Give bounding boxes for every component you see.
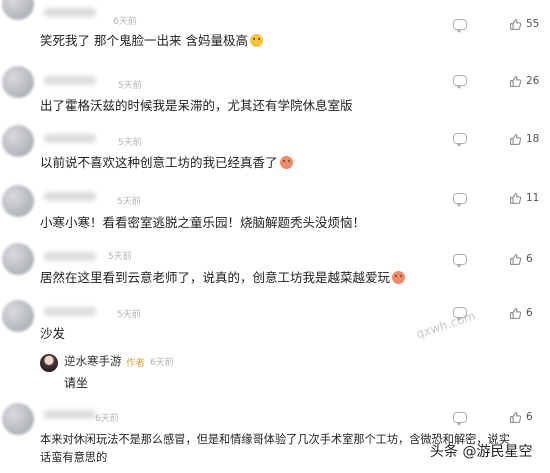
comment-text: 笑死我了 那个鬼脸一出来 含妈量极高 [40, 30, 263, 49]
reply-icon[interactable] [453, 75, 467, 89]
reply-icon[interactable] [453, 133, 467, 147]
thumbs-up-icon [510, 192, 522, 204]
thumbs-up-icon [510, 133, 522, 145]
comment-text-content: 居然在这里看到云意老师了，说真的，创意工坊我是越菜越爱玩 [40, 270, 391, 285]
like-count: 6 [526, 411, 533, 423]
comment-text: 沙发 [40, 326, 66, 341]
like-count: 6 [526, 253, 533, 265]
avatar[interactable] [2, 403, 34, 435]
avatar[interactable] [2, 243, 34, 275]
thumbs-up-icon [510, 253, 522, 265]
like-button[interactable]: 18 [509, 132, 539, 146]
avatar[interactable] [2, 0, 34, 20]
reply-icon[interactable] [453, 19, 467, 33]
like-button[interactable]: 11 [509, 191, 539, 205]
site-watermark: qxwh.com [414, 308, 478, 342]
username-blurred[interactable] [44, 76, 96, 85]
comment-text: 以前说不喜欢这种创意工坊的我已经真香了 [40, 152, 293, 171]
avatar[interactable] [2, 66, 34, 98]
thumbs-up-icon [510, 18, 522, 30]
reply-icon[interactable] [453, 254, 467, 268]
thumbs-up-icon [510, 411, 522, 423]
comment-time: 5天前 [118, 81, 142, 91]
blushing-face-icon [392, 271, 406, 284]
comment-text: 话蛮有意思的 [40, 451, 108, 464]
comment-text: 居然在这里看到云意老师了，说真的，创意工坊我是越菜越爱玩 [40, 267, 406, 286]
footer-watermark: 头条 @游民星空 [430, 444, 533, 460]
comment-text-content: 笑死我了 那个鬼脸一出来 含妈量极高 [40, 33, 248, 48]
like-count: 6 [526, 307, 533, 319]
face-with-tears-icon [249, 34, 263, 47]
like-button[interactable]: 6 [509, 252, 533, 266]
comment-text-content: 以前说不喜欢这种创意工坊的我已经真香了 [40, 155, 278, 170]
comment-time: 5天前 [117, 197, 141, 207]
like-count: 55 [526, 18, 540, 30]
comment-text: 出了霍格沃兹的时候我是呆滞的，尤其还有学院休息室版 [40, 98, 353, 113]
reply-time: 6天前 [150, 358, 174, 368]
author-avatar[interactable] [40, 354, 58, 372]
avatar[interactable] [2, 185, 34, 217]
comment-time: 5天前 [117, 310, 141, 320]
like-button[interactable]: 26 [509, 74, 539, 88]
like-count: 26 [526, 75, 540, 87]
like-count: 11 [526, 192, 540, 204]
avatar[interactable] [2, 300, 34, 332]
comment-time: 6天前 [95, 414, 119, 424]
comment-time: 5天前 [118, 138, 142, 148]
username-blurred[interactable] [44, 134, 96, 143]
thumbs-up-icon [510, 307, 522, 319]
reply-icon[interactable] [453, 412, 467, 426]
reply-icon[interactable] [453, 193, 467, 207]
like-button[interactable]: 6 [509, 306, 533, 320]
thumbs-up-icon [510, 75, 522, 87]
username-blurred[interactable] [44, 192, 96, 201]
like-button[interactable]: 55 [509, 17, 539, 31]
grinning-face-icon [279, 156, 293, 169]
reply-text: 请坐 [64, 376, 89, 390]
like-count: 18 [526, 133, 540, 145]
username-blurred[interactable] [44, 252, 96, 261]
username-blurred[interactable] [44, 8, 96, 17]
comment-time: 6天前 [113, 17, 137, 27]
author-badge: 作者 [126, 358, 146, 369]
like-button[interactable]: 6 [509, 410, 533, 424]
username-blurred[interactable] [44, 307, 96, 316]
author-name[interactable]: 逆水寒手游 [64, 353, 122, 369]
avatar[interactable] [2, 125, 34, 157]
comment-text: 小寒小寒！看看密室逃脱之童乐园！烧脑解题秃头没烦恼！ [40, 215, 366, 230]
username-blurred[interactable] [44, 410, 96, 419]
comment-time: 5天前 [108, 252, 132, 262]
